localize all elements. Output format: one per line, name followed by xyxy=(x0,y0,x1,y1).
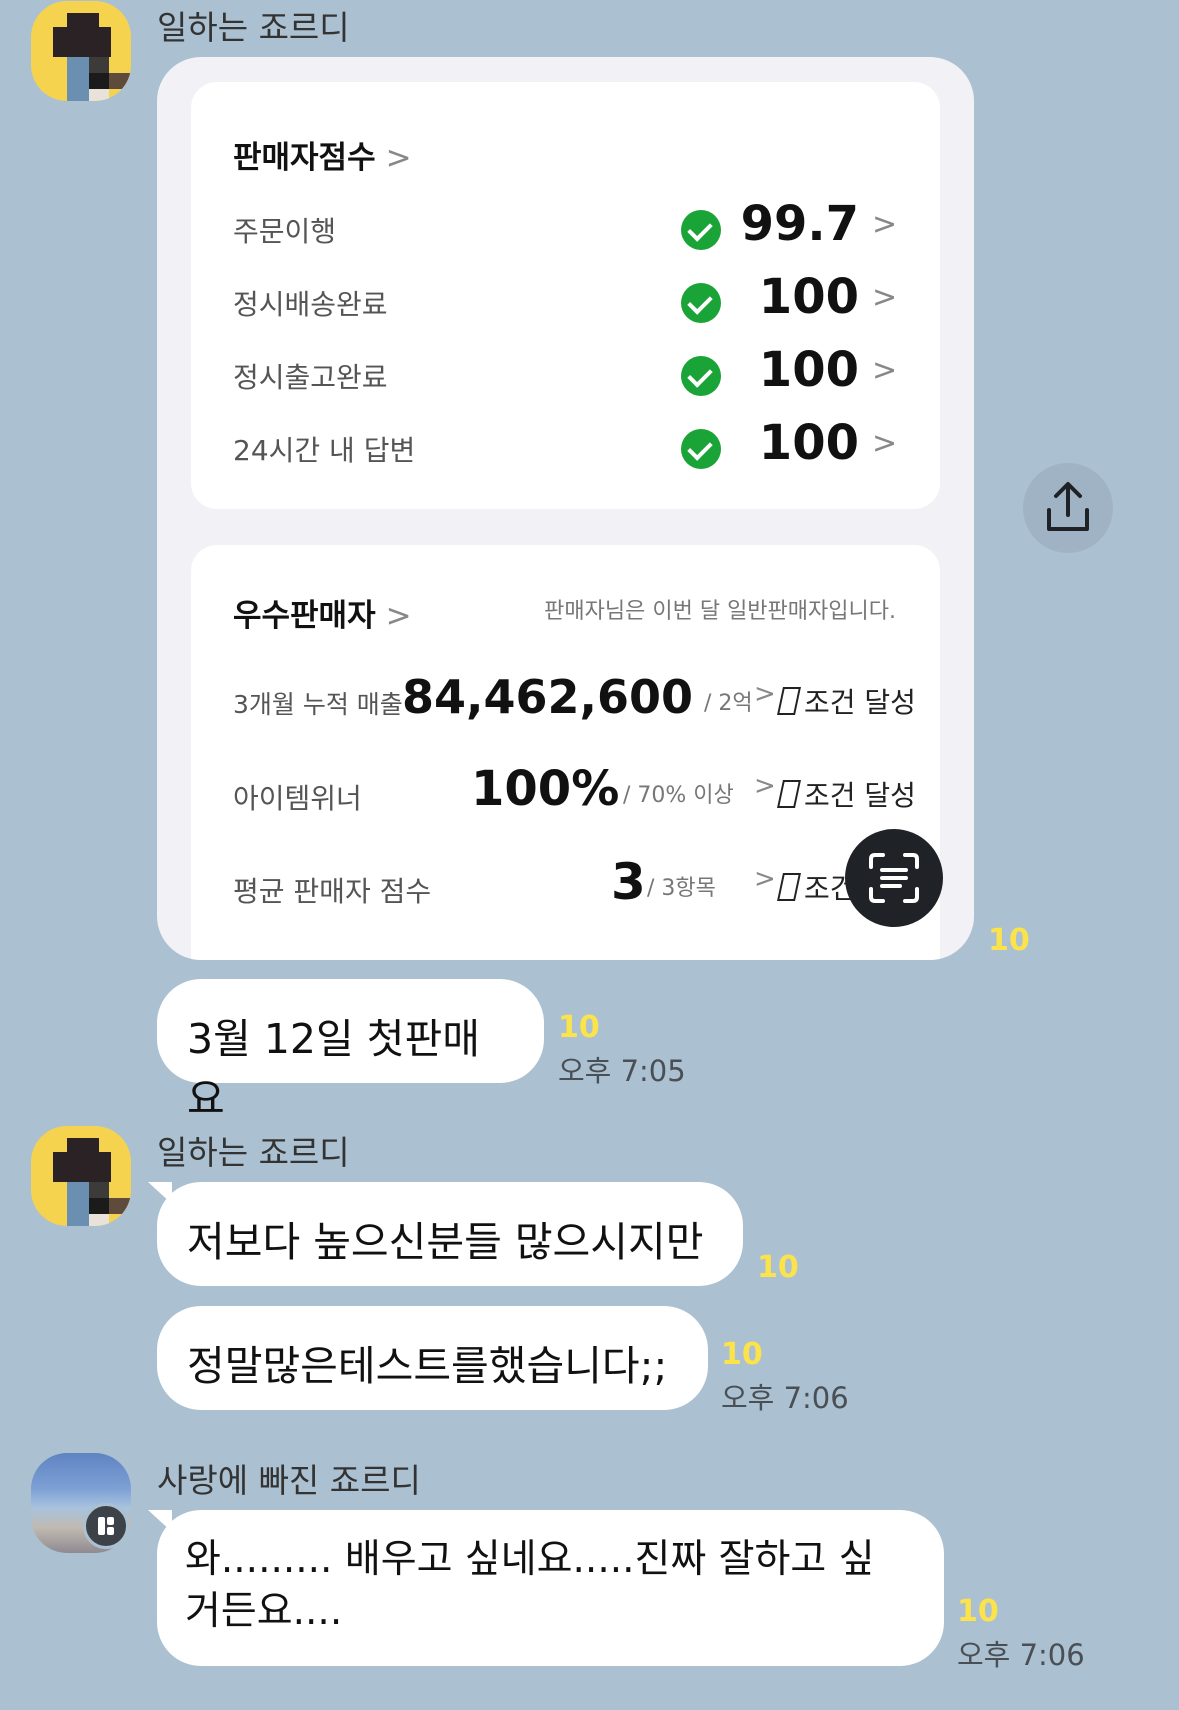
sales-value: 84,462,600 xyxy=(402,670,694,724)
screenshot-image-message[interactable]: 판매자점수 > 주문이행 99.7 > 정시배송완료 100 > 정시출고완료 1… xyxy=(157,57,974,960)
text-scan-icon xyxy=(869,853,919,903)
message-bubble[interactable]: 와......... 배우고 싶네요.....진짜 잘하고 싶 거든요.... xyxy=(157,1510,944,1666)
seller-score-card: 판매자점수 > 주문이행 99.7 > 정시배송완료 100 > 정시출고완료 1… xyxy=(191,82,940,509)
message-line: 거든요.... xyxy=(185,1589,343,1634)
unread-count: 10 xyxy=(558,1010,600,1045)
message-time: 오후 7:06 xyxy=(957,1638,1085,1672)
chevron-right-icon[interactable]: > xyxy=(754,771,776,801)
sender-avatar[interactable] xyxy=(31,1,131,101)
sender-name: 일하는 죠르디 xyxy=(157,8,350,47)
unread-count: 10 xyxy=(988,923,1030,958)
score-value-shipping: 100 xyxy=(758,342,859,398)
unread-count: 10 xyxy=(957,1594,999,1629)
message-time: 오후 7:05 xyxy=(558,1054,686,1088)
score-label-order: 주문이행 xyxy=(233,215,337,248)
item-winner-target: / 70% 이상 xyxy=(623,783,734,808)
sender-name: 일하는 죠르디 xyxy=(157,1133,350,1172)
seller-grade-note: 판매자님은 이번 달 일반판매자입니다. xyxy=(544,599,896,624)
share-button[interactable] xyxy=(1023,463,1113,553)
message-time: 오후 7:06 xyxy=(721,1381,849,1415)
sales-target: / 2억 xyxy=(704,691,753,716)
top-seller-card: 우수판매자 > 판매자님은 이번 달 일반판매자입니다. 3개월 누적 매출 84… xyxy=(191,545,940,960)
missing-glyph-icon xyxy=(777,780,801,808)
score-label-delivery: 정시배송완료 xyxy=(233,288,388,321)
sales-label: 3개월 누적 매출 xyxy=(233,690,403,719)
sales-status: 조건 달성 xyxy=(777,681,916,721)
score-value-delivery: 100 xyxy=(758,269,859,325)
chevron-right-icon[interactable]: > xyxy=(754,864,776,894)
seller-score-title[interactable]: 판매자점수 > xyxy=(233,132,412,177)
missing-glyph-icon xyxy=(777,873,801,901)
message-bubble[interactable]: 3월 12일 첫판매요 xyxy=(157,979,544,1123)
sender-name: 사랑에 빠진 죠르디 xyxy=(157,1461,421,1500)
chevron-right-icon: > xyxy=(385,140,412,176)
chevron-right-icon[interactable]: > xyxy=(872,353,897,388)
chevron-right-icon: > xyxy=(385,598,412,634)
score-label-reply: 24시간 내 답변 xyxy=(233,434,416,467)
chevron-right-icon[interactable]: > xyxy=(872,280,897,315)
avg-score-target: / 3항목 xyxy=(647,876,716,901)
share-icon xyxy=(1047,482,1089,531)
item-winner-value: 100% xyxy=(471,761,620,817)
score-value-order: 99.7 xyxy=(740,196,859,252)
chevron-right-icon[interactable]: > xyxy=(872,207,897,242)
message-bubble[interactable]: 정말많은테스트를했습니다;; xyxy=(157,1306,708,1410)
avg-score-label: 평균 판매자 점수 xyxy=(233,875,432,908)
chevron-right-icon[interactable]: > xyxy=(872,426,897,461)
score-value-reply: 100 xyxy=(758,415,859,471)
sender-avatar[interactable] xyxy=(31,1126,131,1226)
missing-glyph-icon xyxy=(777,687,801,715)
chevron-right-icon[interactable]: > xyxy=(754,679,776,709)
score-label-shipping: 정시출고완료 xyxy=(233,361,388,394)
top-seller-title[interactable]: 우수판매자 > xyxy=(233,590,412,635)
avg-score-value: 3 xyxy=(611,853,646,911)
item-winner-label: 아이템위너 xyxy=(233,782,362,815)
message-bubble[interactable]: 저보다 높으신분들 많으시지만 xyxy=(157,1182,743,1286)
message-line: 와......... 배우고 싶네요.....진짜 잘하고 싶 xyxy=(185,1537,875,1582)
unread-count: 10 xyxy=(757,1250,799,1285)
unread-count: 10 xyxy=(721,1337,763,1372)
profile-badge-icon xyxy=(83,1503,129,1549)
item-winner-status: 조건 달성 xyxy=(777,774,916,814)
text-scan-button[interactable] xyxy=(845,829,943,927)
